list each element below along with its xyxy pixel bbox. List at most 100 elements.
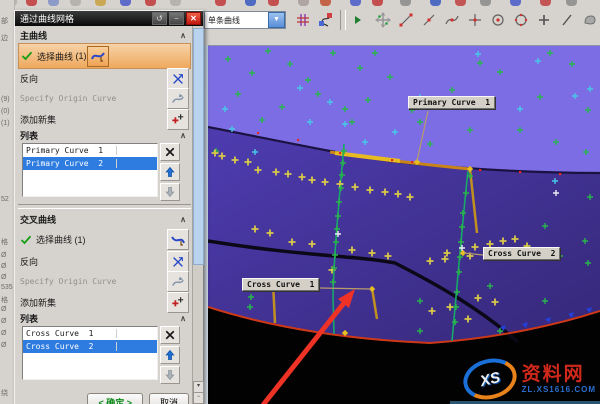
background-text-fragment: 格 (1, 237, 8, 247)
snap-plus-icon[interactable] (533, 9, 555, 31)
move-up-icon[interactable] (160, 163, 180, 181)
cross-header-label: 交叉曲线 (20, 213, 56, 226)
primary-origin-row: Specify Origin Curve (18, 88, 191, 109)
minimize-icon[interactable]: − (169, 12, 184, 25)
graphics-viewport[interactable]: Primary Curve 1 Cross Curve 2 Cross Curve … (208, 45, 600, 404)
list-item-cell (117, 327, 157, 340)
move-down-icon[interactable] (160, 183, 180, 201)
cutoff-icon (245, 0, 256, 6)
primary-select-curve-row[interactable]: 选择曲线 (1) (18, 43, 191, 69)
list-item[interactable] (23, 366, 157, 379)
snap-endpoint-icon[interactable] (395, 9, 417, 31)
background-text-fragment: Ø (1, 252, 6, 259)
snap-midpoint-icon[interactable] (418, 9, 440, 31)
cancel-button[interactable]: 取消 (149, 393, 189, 404)
primary-add-set-row[interactable]: 添加新集 (18, 109, 191, 129)
list-item[interactable] (23, 170, 157, 183)
snap-center-icon[interactable] (487, 9, 509, 31)
cross-list-header[interactable]: 列表 ∧ (18, 312, 191, 325)
reset-icon[interactable]: ↺ (152, 12, 167, 25)
cross-curve-list[interactable]: Cross Curve 1 Cross Curve 2 (22, 326, 158, 380)
collapse-chevron-icon[interactable]: ∧ (177, 31, 189, 40)
origin-curve-icon[interactable] (167, 271, 189, 292)
dialog-scrollbar[interactable]: ▾ − (192, 26, 203, 404)
cross-add-set-row[interactable]: 添加新集 (18, 292, 191, 312)
cross-section-header[interactable]: 交叉曲线 ∧ (18, 212, 191, 227)
background-text-fragment: 52 (1, 196, 9, 203)
collapse-chevron-icon[interactable]: ∧ (177, 314, 189, 323)
viewport-curve-label[interactable]: Cross Curve 2 (483, 247, 560, 260)
collapse-chevron-icon[interactable]: ∧ (177, 215, 189, 224)
red-node-dot (257, 132, 259, 134)
primary-list-header[interactable]: 列表 ∧ (18, 129, 191, 142)
snap-curve-icon[interactable] (441, 9, 463, 31)
add-new-set-icon[interactable] (167, 109, 189, 130)
fence-icon[interactable] (292, 9, 314, 31)
snap-intersection-icon[interactable] (464, 9, 486, 31)
list-item-label: Primary Curve 2 (23, 159, 117, 168)
scrollbar-thumb[interactable] (193, 28, 204, 265)
list-item-cell (117, 144, 157, 157)
toolbar-separator (340, 10, 346, 30)
curve-chain-icon[interactable] (315, 9, 337, 31)
snap-face-icon[interactable] (579, 9, 600, 31)
nx-application-window: 单条曲线 ▼ 部边(9)(0)(1)52格ØØØ535格ØØØØ绕 Primar… (0, 0, 600, 404)
list-item[interactable] (23, 183, 157, 196)
snap-triangle-icon[interactable] (349, 9, 371, 31)
snap-slash-icon[interactable] (556, 9, 578, 31)
list-item[interactable]: Cross Curve 1 (23, 327, 157, 340)
viewport-curve-label[interactable]: Primary Curve 1 (408, 96, 495, 109)
primary-add-set-label: 添加新集 (20, 113, 56, 126)
red-node-dot (339, 152, 341, 154)
watermark-name: 资料网 (522, 365, 596, 384)
reverse-direction-icon[interactable] (167, 251, 189, 272)
close-icon[interactable]: ✕ (186, 12, 201, 25)
list-item[interactable]: Cross Curve 2 (23, 340, 157, 353)
snap-move-icon[interactable] (372, 9, 394, 31)
section-divider (18, 204, 191, 209)
dropdown-arrow-icon[interactable]: ▼ (268, 12, 285, 28)
watermark: XS 资料网 ZL.XS1616.COM (463, 359, 596, 399)
red-node-dot (479, 169, 481, 171)
list-item-cell (117, 170, 157, 183)
remove-item-icon[interactable] (160, 143, 180, 161)
select-curve-icon[interactable] (87, 46, 109, 67)
list-item-label: Cross Curve 1 (23, 329, 117, 338)
ok-button[interactable]: < 确定 > (87, 393, 143, 404)
red-node-dot (411, 161, 413, 163)
add-new-set-icon[interactable] (167, 292, 189, 313)
red-node-dot (391, 159, 393, 161)
primary-curve-list[interactable]: Primary Curve 1 Primary Curve 2 (22, 143, 158, 197)
dialog-titlebar[interactable]: 通过曲线网格 ↺ − ✕ (15, 11, 203, 26)
list-item[interactable]: Primary Curve 1 (23, 144, 157, 157)
reverse-direction-icon[interactable] (167, 68, 189, 89)
background-text-fragment: Ø (1, 274, 6, 281)
move-down-icon[interactable] (160, 366, 180, 384)
cutoff-icon (400, 0, 411, 6)
curve-rule-dropdown[interactable]: 单条曲线 ▼ (204, 11, 286, 29)
background-text-fragment: 格 (1, 295, 8, 305)
scroll-end-icon[interactable]: − (193, 392, 204, 404)
primary-reverse-row[interactable]: 反向 (18, 69, 191, 88)
viewport-canvas[interactable] (208, 46, 600, 404)
select-curve-icon[interactable] (167, 229, 189, 250)
background-text-fragment: Ø (1, 342, 6, 349)
collapse-chevron-icon[interactable]: ∧ (177, 131, 189, 140)
list-item-cell (117, 340, 157, 353)
cross-select-curve-row[interactable]: 选择曲线 (1) (18, 227, 191, 252)
list-item[interactable]: Primary Curve 2 (23, 157, 157, 170)
list-item-label: Cross Curve 2 (23, 342, 117, 351)
through-curve-mesh-dialog: 通过曲线网格 ↺ − ✕ 主曲线 ∧ 选择曲线 (1) 反 (14, 10, 204, 404)
viewport-curve-label[interactable]: Cross Curve 1 (242, 278, 319, 291)
primary-section-header[interactable]: 主曲线 ∧ (18, 28, 191, 43)
move-up-icon[interactable] (160, 346, 180, 364)
red-node-dot (559, 173, 561, 175)
cross-reverse-row[interactable]: 反向 (18, 252, 191, 271)
snap-quadrant-icon[interactable] (510, 9, 532, 31)
origin-curve-icon[interactable] (167, 88, 189, 109)
list-item[interactable] (23, 353, 157, 366)
cutoff-icon (455, 0, 466, 6)
remove-item-icon[interactable] (160, 326, 180, 344)
background-text-fragment: (1) (1, 120, 10, 127)
background-text-fragment: (0) (1, 108, 10, 115)
